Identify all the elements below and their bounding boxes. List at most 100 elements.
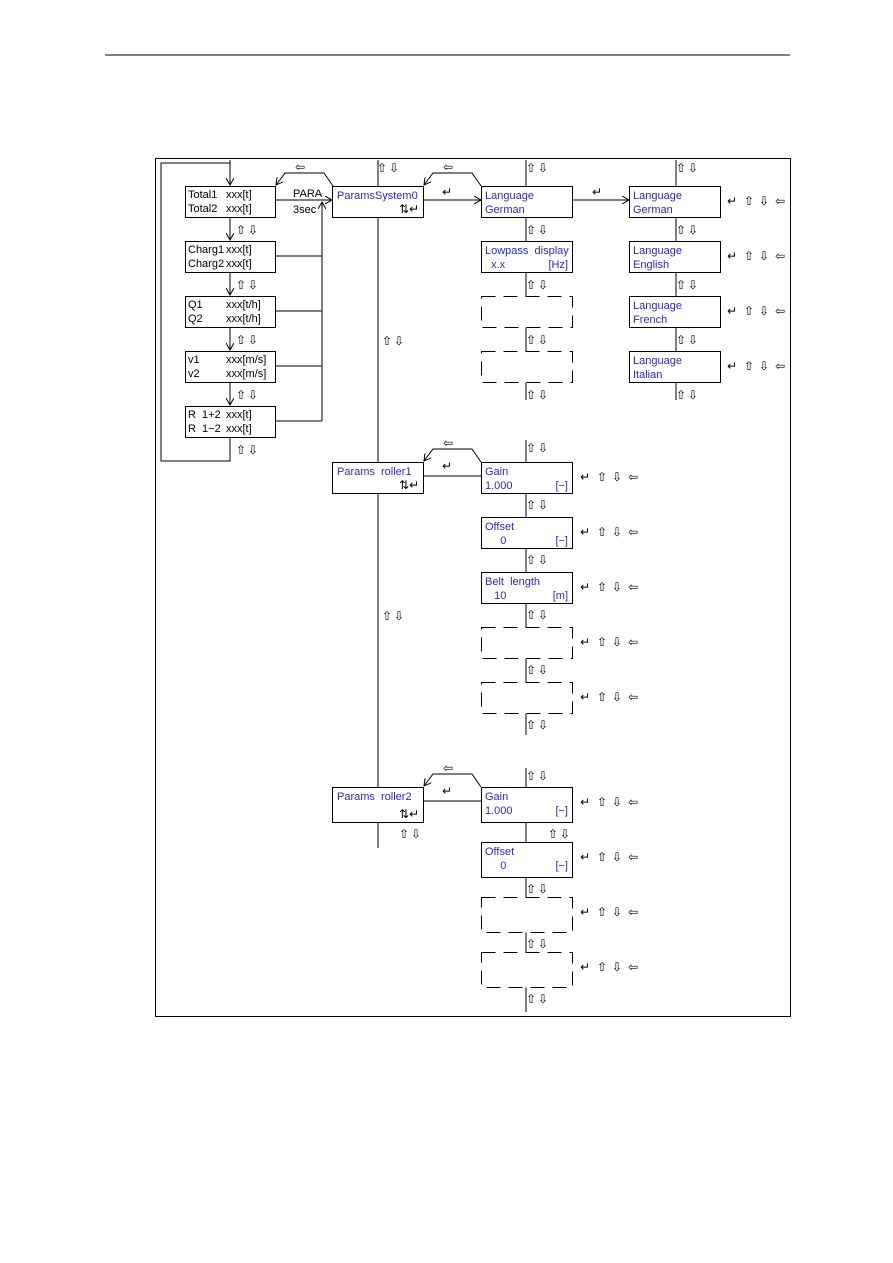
param-name: Gain — [485, 791, 508, 803]
up-arrow-icon[interactable]: ⇧ — [744, 304, 754, 318]
empty-param-box[interactable] — [481, 952, 573, 988]
empty-param-box[interactable] — [481, 682, 573, 714]
down-arrow-icon: ⇩ — [538, 769, 548, 783]
param-name: Language — [633, 355, 682, 367]
up-arrow-icon: ⇧ — [526, 769, 536, 783]
empty-param-box[interactable] — [481, 296, 573, 328]
left-arrow-icon[interactable]: ⇦ — [628, 635, 638, 649]
down-arrow-icon[interactable]: ⇩ — [759, 194, 769, 208]
enter-icon[interactable]: ↵ — [727, 194, 737, 208]
param-value: 1.000 — [485, 480, 513, 492]
down-arrow-icon[interactable]: ⇩ — [612, 960, 622, 974]
menu-title: ParamsSystem0 — [337, 190, 418, 202]
down-arrow-icon[interactable]: ⇩ — [612, 795, 622, 809]
down-arrow-icon: ⇩ — [560, 827, 570, 841]
down-arrow-icon[interactable]: ⇩ — [612, 470, 622, 484]
down-arrow-icon[interactable]: ⇩ — [612, 580, 622, 594]
down-arrow-icon[interactable]: ⇩ — [759, 359, 769, 373]
left-arrow-icon[interactable]: ⇦ — [775, 249, 785, 263]
up-arrow-icon: ⇧ — [526, 161, 536, 175]
empty-param-box[interactable] — [481, 351, 573, 383]
language-name: English — [633, 259, 669, 271]
enter-icon: ↵ — [442, 784, 452, 798]
left-arrow-icon[interactable]: ⇦ — [628, 690, 638, 704]
down-arrow-icon: ⇩ — [538, 992, 548, 1006]
enter-icon[interactable]: ↵ — [580, 525, 590, 539]
up-arrow-icon[interactable]: ⇧ — [597, 635, 607, 649]
param-name: Gain — [485, 466, 508, 478]
left-arrow-icon[interactable]: ⇦ — [775, 194, 785, 208]
down-arrow-icon[interactable]: ⇩ — [612, 635, 622, 649]
down-arrow-icon: ⇩ — [538, 663, 548, 677]
up-arrow-icon: ⇧ — [236, 223, 246, 237]
up-arrow-icon: ⇧ — [382, 334, 392, 348]
up-arrow-icon[interactable]: ⇧ — [597, 960, 607, 974]
left-arrow-icon[interactable]: ⇦ — [628, 580, 638, 594]
left-arrow-icon[interactable]: ⇦ — [775, 359, 785, 373]
left-arrow-icon[interactable]: ⇦ — [628, 795, 638, 809]
down-arrow-icon[interactable]: ⇩ — [612, 850, 622, 864]
param-value: 1.000 — [485, 805, 513, 817]
param-name: Offset — [485, 846, 514, 858]
down-arrow-icon: ⇩ — [688, 388, 698, 402]
left-arrow-icon[interactable]: ⇦ — [628, 960, 638, 974]
up-down-enter-icon: ⇅↵ — [399, 478, 419, 492]
param-value: 0 — [485, 860, 506, 872]
up-arrow-icon: ⇧ — [526, 223, 536, 237]
up-arrow-icon: ⇧ — [236, 443, 246, 457]
enter-icon[interactable]: ↵ — [727, 304, 737, 318]
up-arrow-icon[interactable]: ⇧ — [744, 249, 754, 263]
display-value: xxx[t] — [226, 258, 252, 270]
display-label: Total1 — [188, 189, 217, 201]
enter-icon[interactable]: ↵ — [727, 249, 737, 263]
param-name: Language — [633, 245, 682, 257]
up-arrow-icon[interactable]: ⇧ — [597, 470, 607, 484]
left-arrow-icon[interactable]: ⇦ — [628, 525, 638, 539]
up-arrow-icon[interactable]: ⇧ — [597, 580, 607, 594]
down-arrow-icon: ⇩ — [538, 388, 548, 402]
left-arrow-icon[interactable]: ⇦ — [775, 304, 785, 318]
enter-icon[interactable]: ↵ — [580, 850, 590, 864]
down-arrow-icon: ⇩ — [538, 223, 548, 237]
down-arrow-icon[interactable]: ⇩ — [759, 304, 769, 318]
param-name: Language — [485, 190, 534, 202]
left-arrow-icon[interactable]: ⇦ — [628, 470, 638, 484]
up-arrow-icon: ⇧ — [676, 223, 686, 237]
up-arrow-icon[interactable]: ⇧ — [744, 359, 754, 373]
down-arrow-icon[interactable]: ⇩ — [612, 525, 622, 539]
language-name: German — [633, 204, 673, 216]
enter-icon[interactable]: ↵ — [580, 580, 590, 594]
enter-icon[interactable]: ↵ — [580, 470, 590, 484]
up-arrow-icon[interactable]: ⇧ — [597, 795, 607, 809]
enter-icon[interactable]: ↵ — [580, 635, 590, 649]
enter-icon[interactable]: ↵ — [580, 795, 590, 809]
up-arrow-icon: ⇧ — [676, 161, 686, 175]
enter-icon[interactable]: ↵ — [580, 690, 590, 704]
left-arrow-icon[interactable]: ⇦ — [628, 905, 638, 919]
display-value: xxx[t] — [226, 244, 252, 256]
left-arrow-icon: ⇦ — [443, 436, 453, 450]
down-arrow-icon[interactable]: ⇩ — [612, 905, 622, 919]
left-arrow-icon[interactable]: ⇦ — [628, 850, 638, 864]
enter-icon[interactable]: ↵ — [727, 359, 737, 373]
display-value: xxx[t] — [226, 203, 252, 215]
up-arrow-icon: ⇧ — [377, 161, 387, 175]
up-arrow-icon: ⇧ — [236, 388, 246, 402]
down-arrow-icon[interactable]: ⇩ — [759, 249, 769, 263]
up-arrow-icon[interactable]: ⇧ — [597, 525, 607, 539]
down-arrow-icon: ⇩ — [248, 443, 258, 457]
up-arrow-icon: ⇧ — [676, 333, 686, 347]
display-label: Charg2 — [188, 258, 224, 270]
up-arrow-icon[interactable]: ⇧ — [597, 905, 607, 919]
enter-icon: ↵ — [442, 459, 452, 473]
up-arrow-icon[interactable]: ⇧ — [744, 194, 754, 208]
param-unit: [−] — [555, 805, 568, 817]
up-arrow-icon[interactable]: ⇧ — [597, 690, 607, 704]
enter-icon[interactable]: ↵ — [580, 905, 590, 919]
param-name: Lowpass display — [485, 245, 569, 257]
empty-param-box[interactable] — [481, 897, 573, 933]
enter-icon[interactable]: ↵ — [580, 960, 590, 974]
up-arrow-icon[interactable]: ⇧ — [597, 850, 607, 864]
empty-param-box[interactable] — [481, 627, 573, 659]
down-arrow-icon[interactable]: ⇩ — [612, 690, 622, 704]
